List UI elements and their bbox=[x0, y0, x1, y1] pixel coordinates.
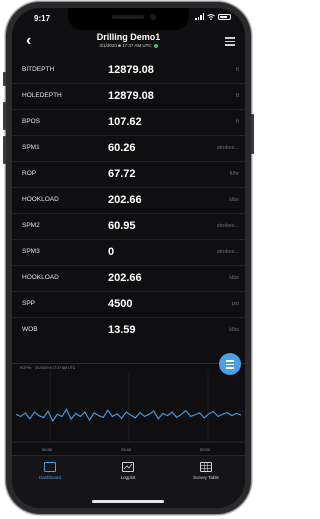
channel-row[interactable]: BITDEPTH 12879.08 ft bbox=[12, 58, 245, 84]
channel-unit: ft bbox=[235, 67, 239, 73]
channel-value: 0 bbox=[108, 246, 115, 258]
channel-unit: klbs bbox=[229, 327, 239, 333]
channel-unit: ft bbox=[235, 119, 239, 125]
phone-frame: 9:17 ‹ Drilling Demo1 3/1/2020 ■ 17:37 A… bbox=[3, 2, 254, 514]
timestamp-text: 3/1/2020 ■ 17:37 AM UTC bbox=[99, 43, 152, 48]
channel-label: HOOKLOAD bbox=[22, 196, 59, 203]
channel-row[interactable]: SPM3 0 strokes... bbox=[12, 240, 245, 266]
channel-unit: klbs bbox=[229, 197, 239, 203]
channel-unit: ft bbox=[235, 93, 239, 99]
volume-down-button bbox=[3, 136, 6, 164]
channel-value: 60.26 bbox=[108, 142, 136, 154]
notch bbox=[68, 8, 189, 30]
tab-dashboard[interactable]: Dashboard bbox=[12, 462, 88, 480]
trend-tick-label: 09:50 bbox=[200, 447, 211, 452]
channel-row[interactable]: HOLEDEPTH 12879.08 ft bbox=[12, 84, 245, 110]
channel-value: 107.62 bbox=[108, 116, 142, 128]
channel-label: SPM1 bbox=[22, 144, 40, 151]
tab-label: Logplot bbox=[120, 475, 136, 480]
channel-unit: strokes... bbox=[216, 249, 239, 255]
mute-switch bbox=[3, 72, 6, 86]
trend-chart[interactable]: ROP/hr · 3/1/2020 9:17:37 AM UTC 09:30 0… bbox=[12, 363, 245, 454]
channel-list: BITDEPTH 12879.08 ft HOLEDEPTH 12879.08 ft B… bbox=[12, 58, 245, 343]
channel-row[interactable]: SPM2 60.95 strokes... bbox=[12, 214, 245, 240]
channel-value: 60.95 bbox=[108, 220, 136, 232]
power-button bbox=[251, 114, 254, 154]
channel-label: HOLEDEPTH bbox=[22, 92, 62, 99]
list-fab-button[interactable] bbox=[219, 353, 241, 375]
channel-unit: strokes... bbox=[216, 223, 239, 229]
channel-label: WOB bbox=[22, 326, 38, 333]
channel-unit: strokes... bbox=[216, 145, 239, 151]
channel-value: 67.72 bbox=[108, 168, 136, 180]
channel-row[interactable]: ROP 67.72 ft/hr bbox=[12, 162, 245, 188]
channel-label: ROP bbox=[22, 170, 37, 177]
home-indicator[interactable] bbox=[92, 500, 164, 503]
channel-row[interactable]: WOB 13.59 klbs bbox=[12, 318, 245, 343]
channel-row[interactable]: BPOS 107.62 ft bbox=[12, 110, 245, 136]
channel-label: SPM3 bbox=[22, 248, 40, 255]
channel-row[interactable]: HOOKLOAD 202.66 klbs bbox=[12, 188, 245, 214]
channel-value: 12879.08 bbox=[108, 64, 154, 76]
dashboard-icon bbox=[44, 462, 56, 472]
channel-value: 202.66 bbox=[108, 194, 142, 206]
channel-label: SPP bbox=[22, 300, 36, 307]
status-icons bbox=[195, 13, 231, 20]
live-indicator-dot bbox=[153, 43, 158, 48]
channel-row[interactable]: SPP 4500 psi bbox=[12, 292, 245, 318]
tab-label: Dashboard bbox=[38, 475, 61, 480]
channel-label: BITDEPTH bbox=[22, 66, 55, 73]
nav-bar: ‹ Drilling Demo1 3/1/2020 ■ 17:37 AM UTC bbox=[12, 30, 245, 58]
tab-logplot[interactable]: Logplot bbox=[90, 462, 166, 480]
trend-tick-label: 09:40 bbox=[121, 447, 132, 452]
logplot-icon bbox=[122, 462, 134, 472]
channel-unit: psi bbox=[231, 301, 239, 307]
channel-label: SPM2 bbox=[22, 222, 40, 229]
channel-unit: ft/hr bbox=[229, 171, 239, 177]
page-title: Drilling Demo1 bbox=[96, 32, 161, 42]
status-time: 9:17 bbox=[34, 14, 51, 23]
signal-icon bbox=[195, 13, 204, 20]
channel-row[interactable]: HOOKLOAD 202.66 klbs bbox=[12, 266, 245, 292]
trend-tick-label: 09:30 bbox=[42, 447, 53, 452]
battery-icon bbox=[218, 13, 231, 20]
page-subtitle: 3/1/2020 ■ 17:37 AM UTC bbox=[12, 43, 245, 48]
channel-value: 202.66 bbox=[108, 272, 142, 284]
channel-value: 4500 bbox=[108, 298, 133, 310]
channel-label: HOOKLOAD bbox=[22, 274, 59, 281]
menu-icon[interactable] bbox=[225, 37, 235, 48]
screen: 9:17 ‹ Drilling Demo1 3/1/2020 ■ 17:37 A… bbox=[12, 8, 245, 508]
channel-row[interactable]: SPM1 60.26 strokes... bbox=[12, 136, 245, 162]
channel-label: BPOS bbox=[22, 118, 41, 125]
tab-survey-table[interactable]: Survey Table bbox=[168, 462, 244, 480]
trend-chart-plot bbox=[12, 372, 245, 443]
tab-label: Survey Table bbox=[193, 475, 219, 480]
volume-up-button bbox=[3, 102, 6, 130]
channel-value: 12879.08 bbox=[108, 90, 154, 102]
channel-unit: klbs bbox=[229, 275, 239, 281]
channel-value: 13.59 bbox=[108, 324, 136, 336]
wifi-icon bbox=[207, 13, 215, 20]
table-grid-icon bbox=[200, 462, 212, 472]
